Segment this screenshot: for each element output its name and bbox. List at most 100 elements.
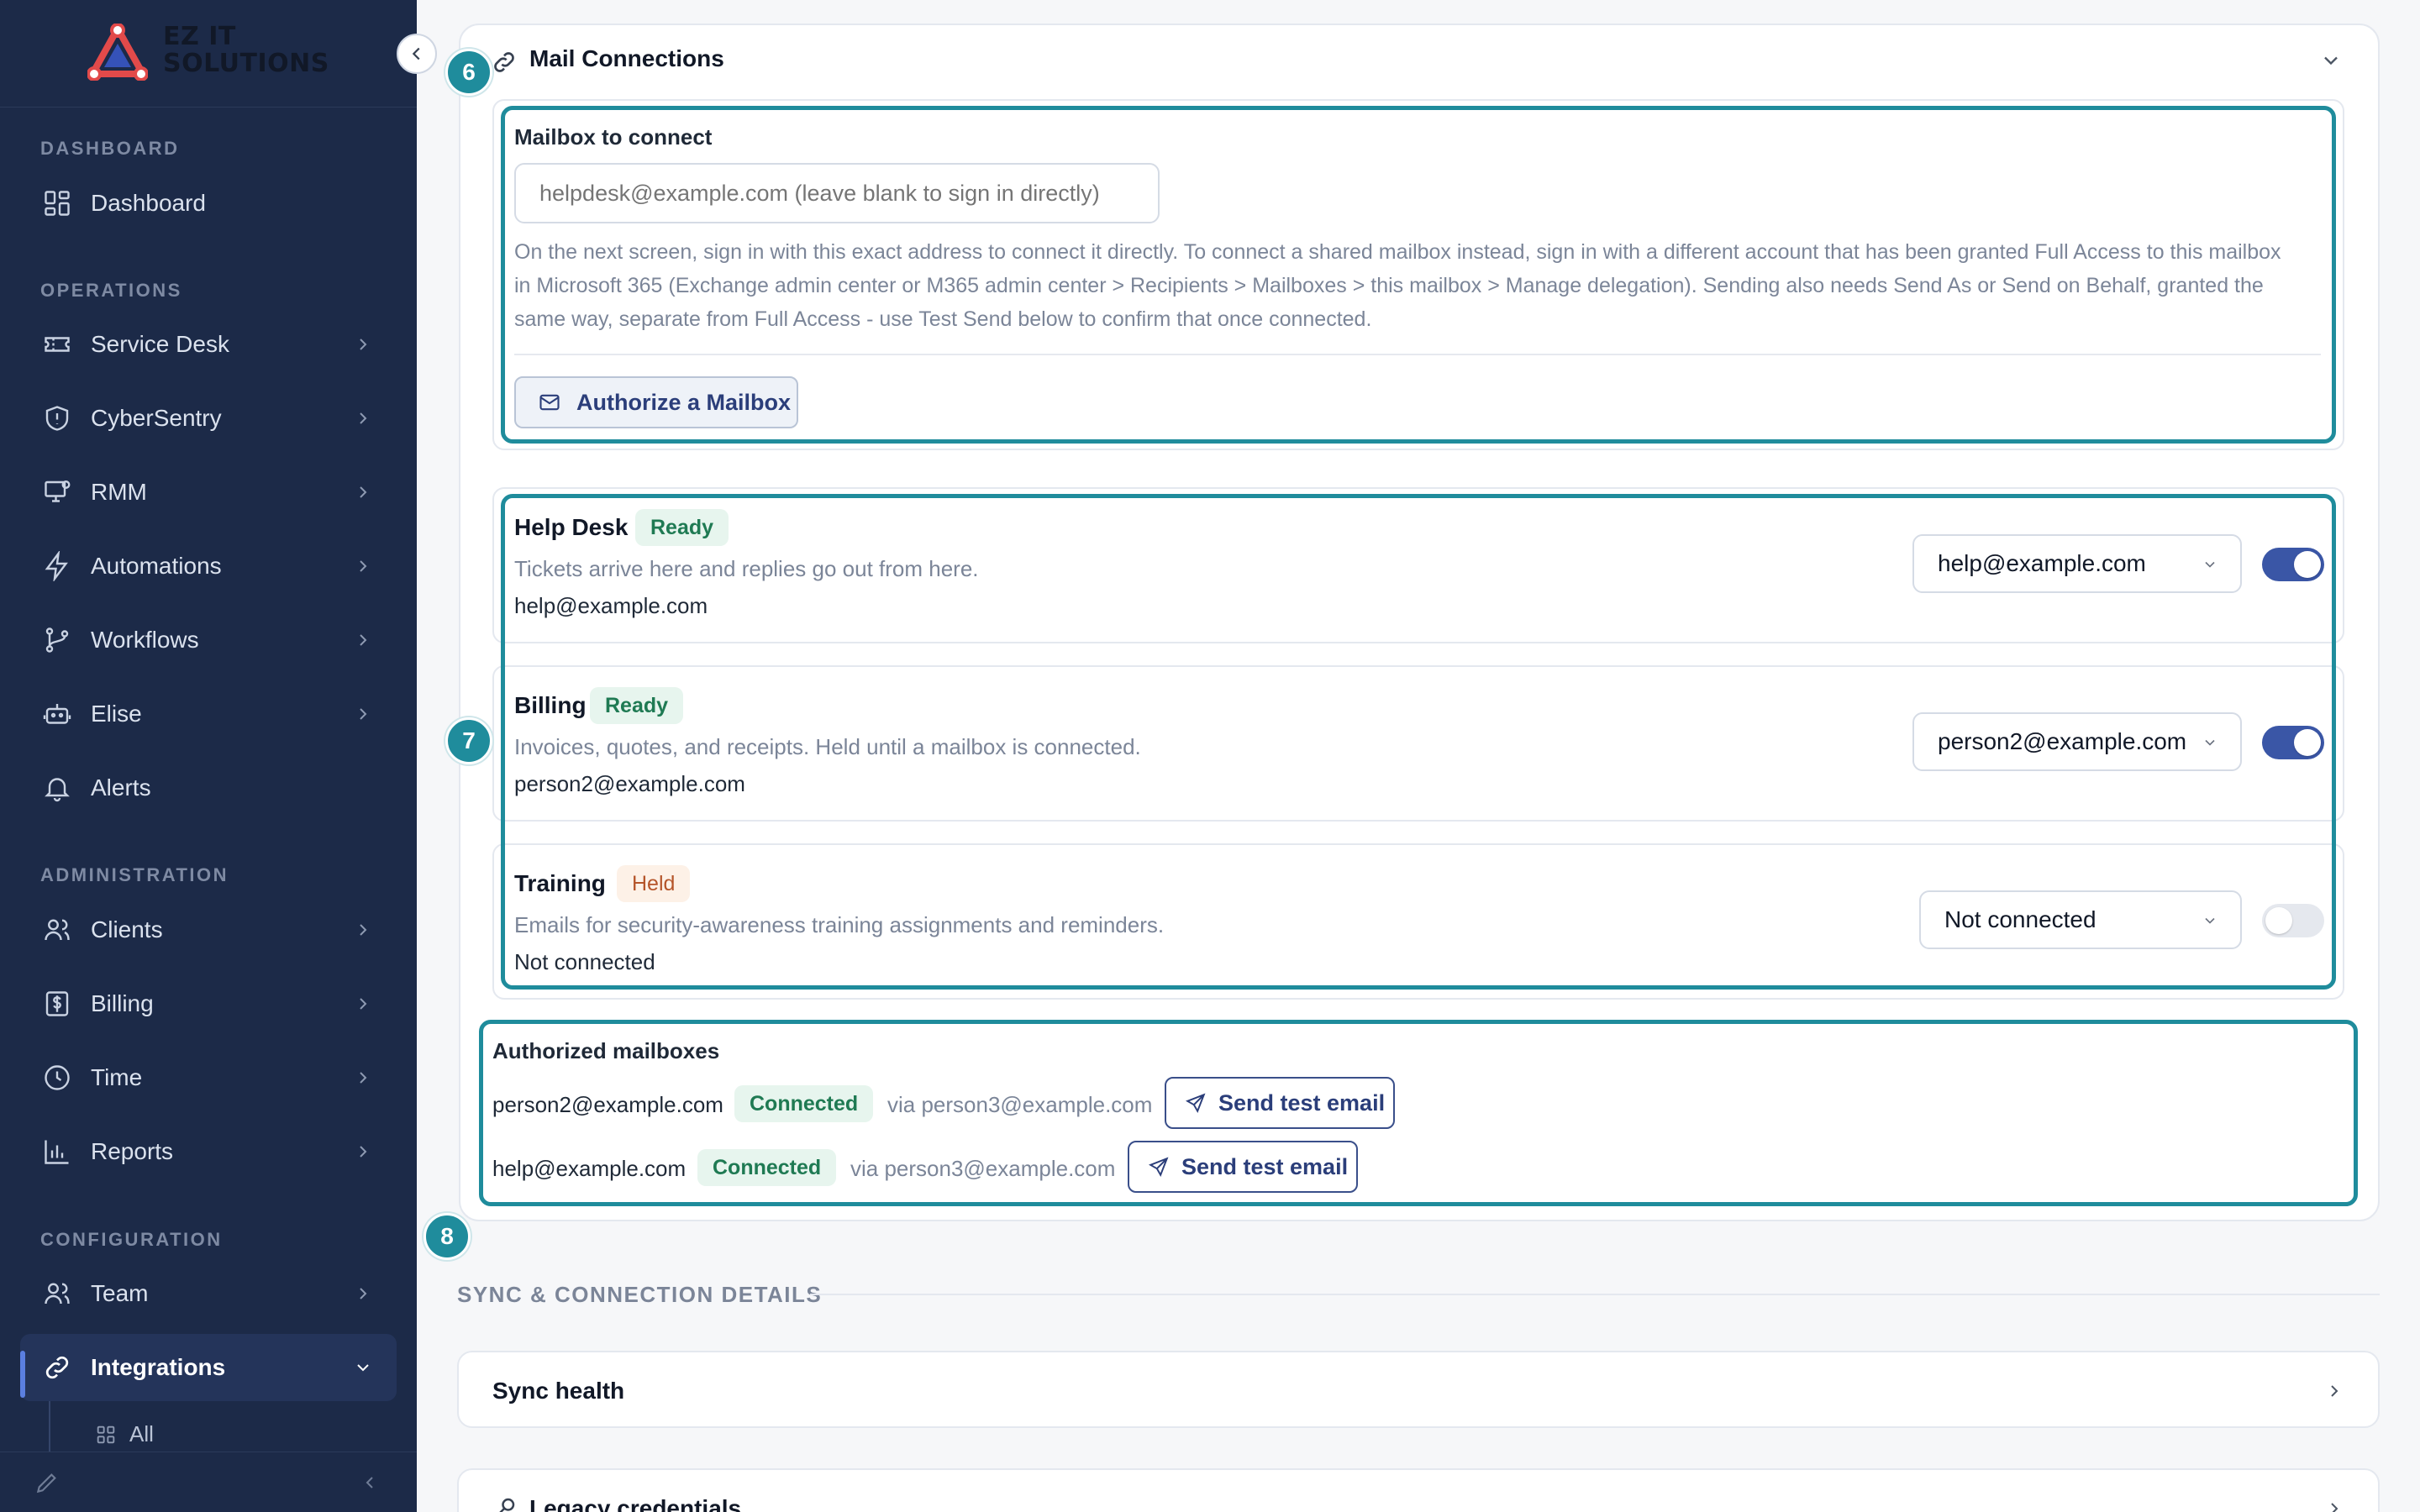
- sidebar-item-label: RMM: [91, 479, 147, 505]
- send-icon: [1148, 1156, 1170, 1178]
- authorized-address: help@example.com: [492, 1156, 687, 1181]
- send-icon: [1185, 1092, 1207, 1114]
- chevron-right-icon: [2331, 1385, 2338, 1397]
- link-icon: [40, 1351, 74, 1384]
- purpose-description: Emails for security-awareness training a…: [514, 912, 1165, 937]
- chevron-right-icon: [360, 998, 367, 1010]
- chevron-right-icon: [360, 1072, 367, 1084]
- sidebar-item-rmm[interactable]: RMM: [20, 459, 397, 526]
- toggle-knob: [2294, 551, 2321, 578]
- key-icon: [499, 1498, 515, 1512]
- legacy-credentials-row[interactable]: Legacy credentials: [457, 1468, 2380, 1512]
- chevron-down-icon: [2205, 561, 2215, 568]
- sidebar-footer: [0, 1452, 417, 1512]
- mailbox-select-help-desk[interactable]: help@example.com: [1912, 534, 2242, 593]
- chevron-right-icon: [360, 924, 367, 936]
- toggle-knob: [2265, 907, 2292, 934]
- send-test-email-button[interactable]: Send test email: [1128, 1141, 1358, 1193]
- authorized-address: person2@example.com: [492, 1092, 723, 1117]
- select-value: person2@example.com: [1938, 728, 2187, 754]
- purpose-description: Invoices, quotes, and receipts. Held unt…: [514, 734, 1141, 759]
- grid-small-icon: [97, 1425, 115, 1443]
- chevron-right-icon: [360, 486, 367, 498]
- step-badge-8: 8: [424, 1213, 471, 1260]
- mailbox-input[interactable]: [514, 163, 1160, 223]
- step-badge-6: 6: [445, 49, 492, 96]
- chevron-right-icon: [360, 708, 367, 720]
- chevron-right-icon: [360, 634, 367, 646]
- sidebar-item-label: Integrations: [91, 1354, 226, 1380]
- monitor-icon: [40, 475, 74, 509]
- sidebar-item-label: Workflows: [91, 627, 199, 653]
- toggle-billing[interactable]: [2262, 726, 2324, 759]
- mailbox-select-billing[interactable]: person2@example.com: [1912, 712, 2242, 771]
- sidebar-subitem-all[interactable]: All: [94, 1421, 154, 1447]
- chevron-right-icon: [360, 1288, 367, 1299]
- mailbox-select-training[interactable]: Not connected: [1919, 890, 2242, 949]
- collapse-sidebar-icon[interactable]: [360, 1473, 380, 1493]
- purpose-address: Not connected: [514, 949, 655, 974]
- sidebar-item-elise[interactable]: Elise: [20, 680, 397, 748]
- sidebar-item-label: Elise: [91, 701, 142, 727]
- sidebar-item-team[interactable]: Team: [20, 1260, 397, 1327]
- status-badge: Connected: [697, 1149, 837, 1186]
- toggle-knob: [2294, 729, 2321, 756]
- shield-icon: [40, 402, 74, 435]
- sidebar-item-workflows[interactable]: Workflows: [20, 606, 397, 674]
- chevron-right-icon: [360, 339, 367, 350]
- sidebar-item-automations[interactable]: Automations: [20, 533, 397, 600]
- authorize-mailbox-label: Authorize a Mailbox: [576, 389, 792, 415]
- mailbox-help-text: On the next screen, sign in with this ex…: [514, 240, 2281, 331]
- dashboard-grid-icon: [40, 186, 74, 220]
- sidebar-item-label: Automations: [91, 553, 222, 579]
- pencil-icon[interactable]: [34, 1469, 60, 1496]
- brand-name: EZ IT SOLUTIONS: [163, 22, 329, 78]
- status-badge: Held: [617, 865, 691, 902]
- card-title[interactable]: Mail Connections: [529, 45, 724, 72]
- sidebar-item-dashboard[interactable]: Dashboard: [20, 170, 397, 237]
- authorize-mailbox-button[interactable]: Authorize a Mailbox: [514, 376, 798, 428]
- sidebar-item-clients[interactable]: Clients: [20, 896, 397, 963]
- toggle-help-desk[interactable]: [2262, 548, 2324, 581]
- sidebar-item-billing[interactable]: Billing: [20, 970, 397, 1037]
- dollar-icon: [40, 987, 74, 1021]
- sidebar-item-time[interactable]: Time: [20, 1044, 397, 1111]
- status-badge: Connected: [734, 1085, 874, 1122]
- sidebar-item-label: Time: [91, 1064, 143, 1090]
- sidebar-item-label: Billing: [91, 990, 154, 1016]
- section-label-operations: OPERATIONS: [40, 280, 182, 301]
- toggle-training[interactable]: [2262, 904, 2324, 937]
- sidebar-item-label: Team: [91, 1280, 149, 1306]
- chevron-down-icon: [2205, 739, 2215, 746]
- sidebar-item-reports[interactable]: Reports: [20, 1118, 397, 1185]
- chevron-right-icon: [360, 560, 367, 572]
- purpose-title: Help Desk: [514, 514, 629, 540]
- sync-health-row[interactable]: Sync health: [457, 1351, 2380, 1428]
- sidebar-item-service-desk[interactable]: Service Desk: [20, 311, 397, 378]
- row-title: Sync health: [492, 1378, 625, 1404]
- ticket-icon: [40, 328, 74, 361]
- chevron-down-icon: [357, 1364, 369, 1372]
- authorized-mailboxes-label: Authorized mailboxes: [492, 1038, 720, 1063]
- link-icon: [494, 52, 514, 72]
- sidebar-collapse-button[interactable]: [397, 34, 437, 74]
- purpose-address: person2@example.com: [514, 771, 745, 796]
- send-test-email-button[interactable]: Send test email: [1165, 1077, 1395, 1129]
- purpose-address: help@example.com: [514, 593, 708, 618]
- sidebar-item-integrations[interactable]: Integrations: [20, 1334, 397, 1401]
- chevron-right-icon: [2331, 1503, 2338, 1512]
- bar-chart-icon: [40, 1135, 74, 1168]
- authorized-via: via person3@example.com: [887, 1092, 1153, 1117]
- sidebar-item-cybersentry[interactable]: CyberSentry: [20, 385, 397, 452]
- branch-icon: [40, 623, 74, 657]
- send-test-email-label: Send test email: [1218, 1089, 1386, 1116]
- sidebar-item-label: Alerts: [91, 774, 151, 801]
- section-label-administration: ADMINISTRATION: [40, 864, 229, 885]
- mail-icon: [538, 391, 561, 414]
- sidebar-item-label: Clients: [91, 916, 163, 942]
- divider: [514, 354, 2321, 355]
- chevron-down-icon[interactable]: [2319, 49, 2343, 72]
- chevron-left-icon: [412, 47, 420, 60]
- section-divider: [810, 1294, 2380, 1295]
- sidebar-item-alerts[interactable]: Alerts: [20, 754, 397, 822]
